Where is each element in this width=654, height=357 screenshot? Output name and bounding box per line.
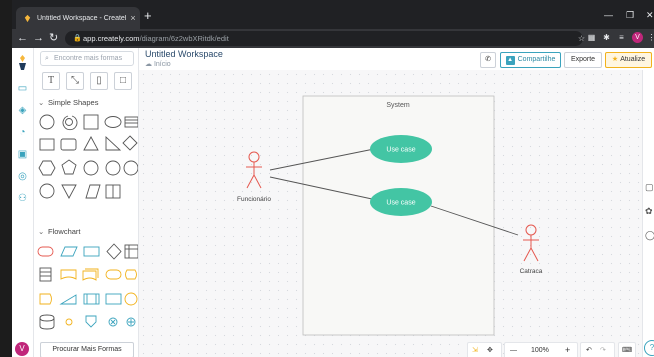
puzzle-extensions-icon[interactable]: ✱ <box>601 32 612 43</box>
back-icon[interactable]: ← <box>17 31 28 45</box>
document-header: Untitled Workspace ☁ Início ✆ ▲ Compartil… <box>139 48 654 70</box>
minimize-icon[interactable]: — <box>604 10 613 20</box>
more-shapes-button[interactable]: Procurar Mais Formas <box>40 342 134 357</box>
redo-icon[interactable]: ↷ <box>600 343 606 357</box>
reading-list-icon[interactable]: ≡ <box>616 32 627 43</box>
select-pointer-icon[interactable]: ⇲ <box>472 343 478 357</box>
breadcrumb-home: Início <box>153 61 171 68</box>
document-title[interactable]: Untitled Workspace <box>145 49 223 59</box>
reload-icon[interactable]: ↻ <box>49 31 58 45</box>
shape-search-input[interactable]: ⌕ Encontre mais formas <box>40 51 134 66</box>
diagram-svg: System Use case Use case Funcionário Cat… <box>237 95 543 336</box>
flowchart-shapes-grid[interactable] <box>34 242 138 338</box>
zoom-out-button[interactable]: — <box>510 343 517 357</box>
call-icon[interactable]: ✆ <box>480 52 496 68</box>
lock-icon: 🔒 <box>73 35 82 42</box>
note-tool-icon[interactable]: ▯ <box>90 72 108 90</box>
search-placeholder: Encontre mais formas <box>54 55 123 62</box>
browser-tab-strip: Untitled Workspace - Creately × + — ❐ ✕ <box>12 0 654 29</box>
address-bar[interactable]: 🔒 app.creately.com/diagram/6z2wbXRitdk/e… <box>65 31 585 46</box>
export-button[interactable]: Exporte <box>564 52 602 68</box>
right-panel: ▢ ✿ ◯ <box>642 70 654 357</box>
help-icon[interactable]: ? <box>644 340 654 356</box>
bookmark-star-icon[interactable]: ☆ <box>578 31 585 46</box>
category-label: Simple Shapes <box>48 98 99 107</box>
shapes-icon[interactable]: ◔ <box>16 126 29 139</box>
upgrade-button[interactable]: ★ Atualize <box>605 52 652 68</box>
usecase-label-2: Use case <box>386 200 415 207</box>
target-icon[interactable]: ◎ <box>16 170 29 183</box>
usecase-label-1: Use case <box>386 147 415 154</box>
shapes-panel: ⌕ Encontre mais formas T ⤡ ▯ □ ⌄ Simple S… <box>34 48 139 357</box>
image-icon[interactable]: ▣ <box>16 148 29 161</box>
url-path: /diagram/6z2wbXRitdk/edit <box>139 34 229 43</box>
browser-tab[interactable]: Untitled Workspace - Creately × <box>16 7 140 29</box>
creately-logo-icon[interactable] <box>16 54 29 72</box>
undo-icon[interactable]: ↶ <box>586 343 592 357</box>
url-host: app.creately.com <box>83 34 140 43</box>
text-tool-icon[interactable]: T <box>42 72 60 90</box>
layers-icon[interactable]: ◈ <box>16 104 29 117</box>
actor-funcionario[interactable] <box>246 151 262 189</box>
keyboard-shortcuts-icon[interactable]: ⌨ <box>618 342 636 357</box>
extension-icon[interactable]: ▦ <box>586 32 597 43</box>
actor-catraca[interactable] <box>523 224 539 262</box>
actor-label-catraca: Catraca <box>520 268 543 275</box>
upgrade-label: Atualize <box>620 56 646 63</box>
diagram-canvas[interactable]: System Use case Use case Funcionário Cat… <box>139 70 642 357</box>
frame-tool-icon[interactable]: □ <box>114 72 132 90</box>
system-label: System <box>386 102 410 109</box>
browser-menu-icon[interactable]: ⋮ <box>646 32 654 43</box>
tab-title: Untitled Workspace - Creately <box>37 14 126 22</box>
zoom-controls: — 100% + <box>504 342 578 357</box>
chevron-down-icon: ⌄ <box>38 98 45 107</box>
palette-icon[interactable]: ✿ <box>645 206 653 217</box>
star-icon: ★ <box>611 56 619 63</box>
apps-icon[interactable]: ⚇ <box>16 192 29 205</box>
category-label: Flowchart <box>48 227 81 236</box>
comments-icon[interactable]: ▢ <box>645 182 654 193</box>
restore-icon[interactable]: ❐ <box>626 10 634 21</box>
share-button[interactable]: ▲ Compartilhe <box>500 52 561 68</box>
connector-tool-icon[interactable]: ⤡ <box>66 72 84 90</box>
new-tab-button[interactable]: + <box>144 9 152 23</box>
actor-label-funcionario: Funcionário <box>237 196 271 203</box>
screen: Untitled Workspace - Creately × + — ❐ ✕ … <box>0 0 654 357</box>
desktop-edge <box>0 0 12 357</box>
zoom-level[interactable]: 100% <box>531 343 549 357</box>
left-rail: ▭ ◈ ◔ ▣ ◎ ⚇ V <box>12 48 34 357</box>
share-label: Compartilhe <box>517 56 556 63</box>
browser-profile-avatar[interactable]: V <box>632 32 643 43</box>
chevron-down-icon: ⌄ <box>38 227 45 236</box>
user-avatar[interactable]: V <box>15 342 29 356</box>
creately-app: ▭ ◈ ◔ ▣ ◎ ⚇ V ⌕ Encontre mais formas T ⤡… <box>12 48 654 357</box>
simple-shapes-grid[interactable] <box>34 112 138 208</box>
category-simple-shapes[interactable]: ⌄ Simple Shapes <box>38 98 98 107</box>
browser-toolbar: ← → ↻ 🔒 app.creately.com/diagram/6z2wbXR… <box>12 29 654 48</box>
close-window-icon[interactable]: ✕ <box>646 10 654 21</box>
folder-icon[interactable]: ▭ <box>16 82 29 95</box>
home-cloud-icon: ☁ <box>145 61 152 68</box>
creately-favicon-icon <box>24 14 31 22</box>
category-flowchart[interactable]: ⌄ Flowchart <box>38 227 81 236</box>
share-user-icon: ▲ <box>505 56 515 65</box>
tab-close-icon[interactable]: × <box>126 13 140 23</box>
pan-move-icon[interactable]: ✥ <box>487 343 493 357</box>
zoom-in-button[interactable]: + <box>565 343 570 357</box>
search-icon: ⌕ <box>45 55 49 62</box>
forward-icon[interactable]: → <box>33 31 44 45</box>
shape-data-icon[interactable]: ◯ <box>645 230 654 241</box>
select-tools: ⇲ ✥ <box>467 342 502 357</box>
history-controls: ↶ ↷ <box>580 342 615 357</box>
breadcrumb[interactable]: ☁ Início <box>145 60 171 68</box>
